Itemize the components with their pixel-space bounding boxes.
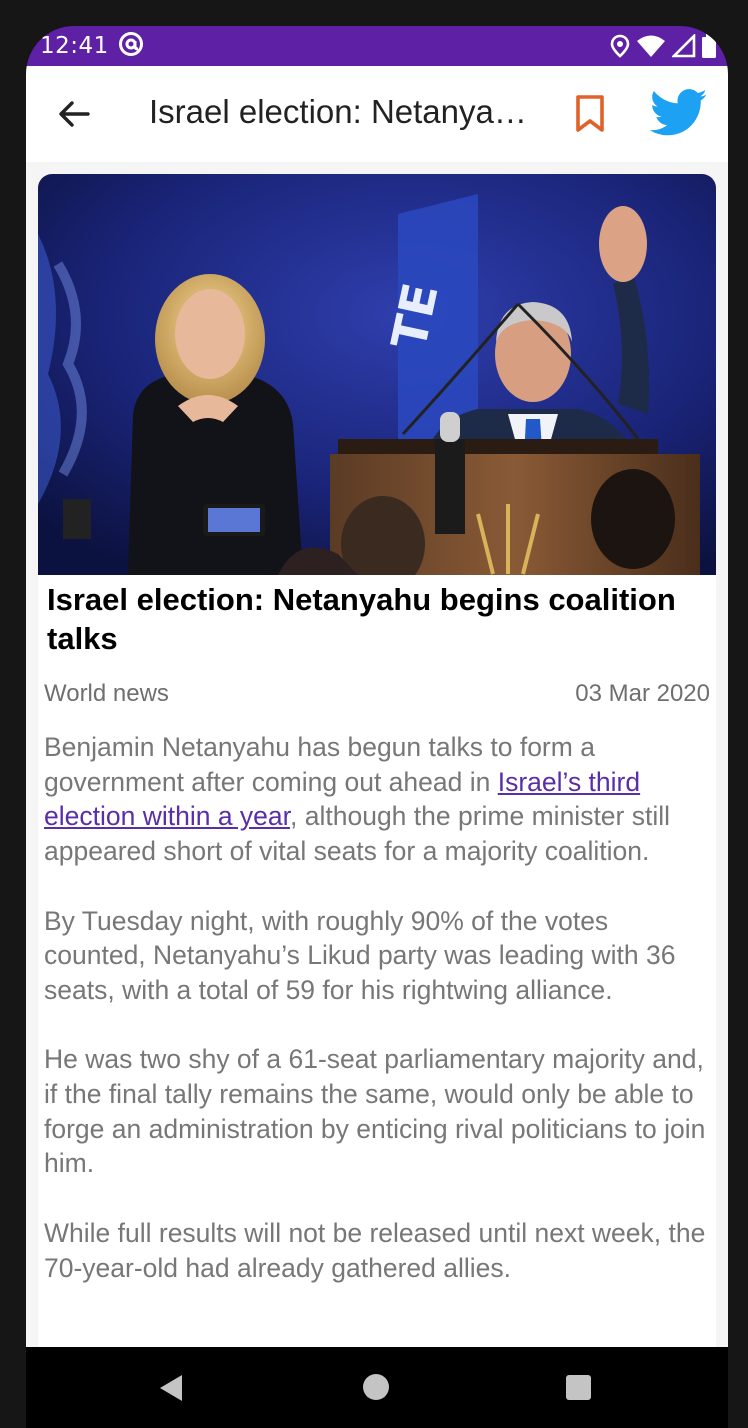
battery-icon xyxy=(702,34,716,58)
recents-square-icon[interactable] xyxy=(566,1375,591,1400)
article-headline: Israel election: Netanyahu begins coalit… xyxy=(47,582,676,656)
article-scroll-area[interactable]: TE Israel election: Netanyahu begins coa… xyxy=(26,162,728,1347)
location-icon xyxy=(610,34,630,58)
app-bar-title: Israel election: Netanyahu begins coalit… xyxy=(149,93,539,130)
article-body: Benjamin Netanyahu has begun talks to fo… xyxy=(44,730,712,1320)
at-sign-icon xyxy=(119,32,143,56)
bookmark-icon[interactable] xyxy=(572,94,608,134)
article-paragraph: While full results will not be released … xyxy=(44,1217,706,1283)
back-triangle-icon[interactable] xyxy=(158,1373,184,1403)
article-card: TE Israel election: Netanyahu begins coa… xyxy=(38,174,716,1347)
app-bar: Israel election: Netanyahu begins coalit… xyxy=(26,66,728,162)
phone-screen: 12:41 Israel election: Netanyahu TE Isra… xyxy=(26,26,728,1428)
article-paragraph: By Tuesday night, with roughly 90% of th… xyxy=(44,905,676,1005)
article-hero-image: TE xyxy=(38,174,716,575)
status-time: 12:41 xyxy=(40,33,109,59)
home-circle-icon[interactable] xyxy=(363,1374,389,1400)
article-date: 03 Mar 2020 xyxy=(575,680,710,707)
status-icons xyxy=(610,33,716,59)
status-bar: 12:41 xyxy=(26,26,728,66)
system-nav-bar xyxy=(26,1347,728,1428)
article-meta: World news 03 Mar 2020 xyxy=(44,680,710,708)
twitter-icon[interactable] xyxy=(650,88,708,138)
signal-icon xyxy=(672,34,696,58)
back-arrow-icon[interactable] xyxy=(54,94,94,134)
article-paragraph: He was two shy of a 61-seat parliamentar… xyxy=(44,1044,706,1179)
article-paragraph: Benjamin Netanyahu has begun talks to fo… xyxy=(44,730,712,869)
wifi-icon xyxy=(637,35,665,57)
article-category: World news xyxy=(44,680,169,707)
